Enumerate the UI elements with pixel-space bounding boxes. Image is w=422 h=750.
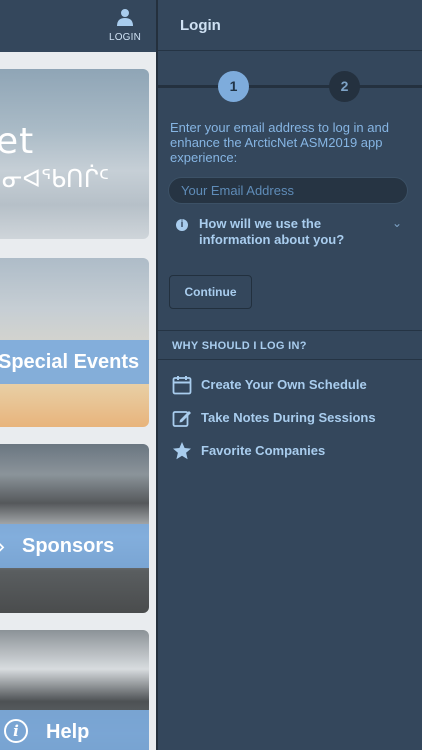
- special-events-label: Special Events: [0, 351, 140, 373]
- edit-icon: [172, 411, 191, 427]
- step-2-indicator: 2: [329, 71, 360, 102]
- app-header: LOGIN: [0, 0, 158, 52]
- section-divider-top: [158, 330, 422, 331]
- email-field[interactable]: [168, 177, 408, 204]
- step-1-indicator: 1: [218, 71, 249, 102]
- special-events-tile[interactable]: Special Events: [0, 258, 149, 427]
- section-divider-bottom: [158, 359, 422, 360]
- calendar-icon: [172, 376, 192, 395]
- how-use-label: How will we use the information about yo…: [199, 216, 345, 247]
- special-events-band: Special Events: [0, 340, 149, 384]
- hero-tile[interactable]: et ᓂᐊᖃᑎᒌᑦ: [0, 69, 149, 239]
- sponsors-tile[interactable]: ◇ Sponsors: [0, 444, 149, 613]
- chevron-down-icon: ⌄: [392, 216, 403, 230]
- home-content: LOGIN et ᓂᐊᖃᑎᒌᑦ Special Events ◇ Sponsor…: [0, 0, 158, 750]
- help-tile[interactable]: i Help: [0, 630, 149, 750]
- sponsors-band: ◇ Sponsors: [0, 524, 149, 568]
- panel-title: Login: [180, 17, 221, 34]
- why-login-heading: WHY SHOULD I LOG IN?: [172, 340, 307, 352]
- login-panel: Login 1 2 Enter your email address to lo…: [158, 0, 422, 750]
- help-band: i Help: [0, 710, 149, 750]
- stepper-track: [158, 85, 422, 88]
- feature-label: Create Your Own Schedule: [201, 377, 367, 392]
- login-label: LOGIN: [108, 32, 142, 43]
- diamond-icon: ◇: [0, 524, 4, 568]
- sponsors-label: Sponsors: [22, 535, 115, 557]
- feature-label: Favorite Companies: [201, 443, 326, 458]
- arcticnet-logo: et: [0, 121, 35, 162]
- star-icon: [173, 442, 191, 460]
- info-icon: i: [4, 719, 28, 743]
- info-icon: i: [176, 219, 188, 231]
- login-intro-text: Enter your email address to log in and e…: [170, 120, 389, 165]
- continue-button[interactable]: Continue: [169, 275, 252, 309]
- feature-label: Take Notes During Sessions: [201, 410, 376, 425]
- login-button[interactable]: LOGIN: [104, 6, 146, 46]
- arcticnet-logo-syllabics: ᓂᐊᖃᑎᒌᑦ: [2, 165, 110, 193]
- user-icon: [117, 9, 133, 26]
- title-divider: [158, 50, 422, 51]
- help-label: Help: [46, 721, 90, 743]
